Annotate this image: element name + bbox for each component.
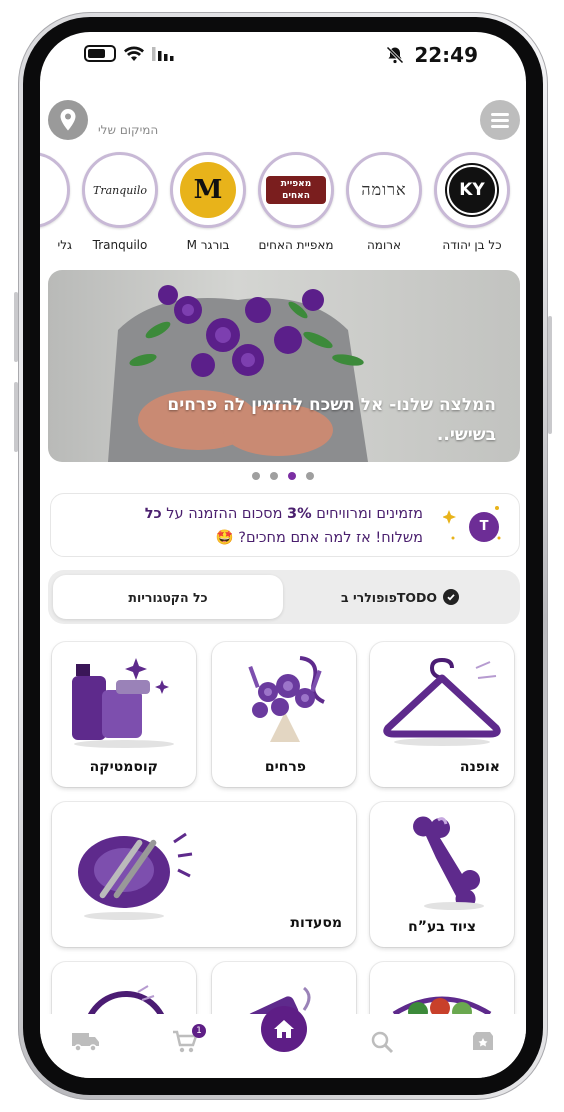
truck-icon [72, 1033, 99, 1052]
promo-percent: 3% [287, 506, 312, 522]
promo-strong: כל [144, 506, 162, 522]
category-fashion[interactable]: אופנה [370, 642, 514, 787]
cart-count-badge: 1 [192, 1024, 206, 1038]
wifi-icon [124, 46, 144, 61]
category-label: מסעדות [290, 915, 342, 931]
promo-text: מזמינים ומרוויחים 3% מסכום ההזמנה על כל … [63, 502, 423, 550]
store-logo: M [170, 152, 246, 228]
home-icon [274, 1020, 294, 1038]
carousel-dot-active[interactable] [288, 472, 296, 480]
tab-popular-label: פופולרי בTODO [341, 589, 437, 605]
check-badge-icon [442, 589, 459, 605]
store-logo-text: ארומה [361, 180, 407, 199]
promo-line2: מסכום ההזמנה על [166, 506, 283, 522]
hamburger-icon-line [491, 119, 509, 122]
bottom-nav: 1 [40, 1006, 526, 1078]
tab-popular[interactable]: פופולרי בTODO [285, 575, 515, 619]
volume-down-button [14, 382, 18, 452]
store-partial[interactable]: גלי [40, 152, 74, 252]
location-pin-icon [60, 109, 76, 131]
location-label[interactable]: המיקום שלי [98, 123, 158, 137]
plate-cutlery-icon [78, 832, 193, 920]
store-tranquilo[interactable]: Tranquilo Tranquilo [78, 152, 162, 252]
store-m-burger[interactable]: M M בורגר [166, 152, 250, 252]
stores-carousel[interactable]: KY כל בן יהודה ארומה ארומה מאפיית האחים … [40, 152, 526, 264]
hamburger-icon [491, 113, 509, 116]
nav-cart[interactable]: 1 [172, 1024, 206, 1058]
hamburger-icon-line [491, 125, 509, 128]
store-name: מאפיית האחים [258, 238, 334, 252]
carousel-dot[interactable] [270, 472, 278, 480]
hanger-icon [383, 657, 501, 746]
store-logo: ארומה [346, 152, 422, 228]
tab-all-categories[interactable]: כל הקטגוריות [53, 575, 283, 619]
status-icons [84, 45, 174, 62]
store-logo-text: KY [447, 165, 497, 215]
store-logo: KY [434, 152, 510, 228]
store-name: Tranquilo [92, 238, 148, 252]
banner-text: המלצה שלנו- אל תשכח להזמין לה פרחים בשיש… [167, 395, 496, 445]
menu-button[interactable] [480, 100, 520, 140]
promo-line3: משלוח! אז למה אתם מחכים? [238, 530, 423, 546]
store-name: גלי [57, 238, 72, 252]
category-pet-supplies[interactable]: ציוד בע”ח [370, 802, 514, 947]
search-icon [371, 1031, 394, 1054]
volume-up-button [14, 292, 18, 362]
store-logo-text: מאפיית האחים [266, 176, 326, 204]
category-restaurants[interactable]: מסעדות [52, 802, 356, 947]
star-struck-emoji: 🤩 [215, 530, 234, 546]
category-label: קוסמטיקה [89, 759, 158, 775]
promo-banner[interactable]: המלצה שלנו- אל תשכח להזמין לה פרחים בשיש… [48, 270, 520, 462]
store-maafiyat-haachim[interactable]: מאפיית האחים מאפיית האחים [254, 152, 338, 252]
category-label: פרחים [264, 759, 306, 775]
location-bar: המיקום שלי [40, 100, 526, 144]
store-name: M בורגר [186, 238, 230, 252]
category-cosmetics[interactable]: קוסמטיקה [52, 642, 196, 787]
nav-deals[interactable] [470, 1030, 496, 1056]
carousel-dots[interactable] [40, 472, 526, 480]
status-bar: 22:49 [40, 32, 526, 78]
location-button[interactable] [48, 100, 88, 140]
bouquet-icon [248, 656, 325, 742]
clock: 22:49 [414, 43, 478, 67]
signal-icon [152, 46, 174, 61]
carousel-dot[interactable] [306, 472, 314, 480]
carousel-dot[interactable] [252, 472, 260, 480]
store-logo-text: Tranquilo [92, 183, 148, 197]
store-logo: Tranquilo [82, 152, 158, 228]
muted-bell-icon [386, 46, 404, 64]
deals-sparkle-icon [473, 1032, 493, 1050]
category-tabs[interactable]: כל הקטגוריות פופולרי בTODO [48, 570, 520, 624]
nav-delivery[interactable] [72, 1030, 100, 1056]
store-logo-text: M [180, 162, 236, 218]
category-label: ציוד בע”ח [408, 919, 476, 935]
cosmetics-icon [72, 658, 174, 748]
category-flowers[interactable]: פרחים [212, 642, 356, 787]
bone-icon [413, 816, 484, 910]
promo-line1: מזמינים ומרוויחים [316, 506, 423, 522]
store-kol-ben-yehuda[interactable]: KY כל בן יהודה [430, 152, 514, 252]
app-screen: 22:49 המיקום שלי KY כל בן יהודה ארומה אר… [40, 32, 526, 1078]
store-aroma[interactable]: ארומה ארומה [342, 152, 426, 252]
battery-icon [84, 45, 116, 62]
cashback-promo[interactable]: מזמינים ומרוויחים 3% מסכום ההזמנה על כל … [50, 493, 520, 557]
store-name: ארומה [366, 238, 402, 252]
todo-coin-icon: T [469, 512, 499, 542]
store-name: כל בן יהודה [442, 238, 502, 252]
nav-search[interactable] [370, 1030, 394, 1058]
power-button [548, 316, 552, 434]
category-label: אופנה [459, 759, 500, 775]
store-logo: מאפיית האחים [258, 152, 334, 228]
store-logo [40, 152, 70, 228]
nav-home[interactable] [261, 1006, 307, 1052]
